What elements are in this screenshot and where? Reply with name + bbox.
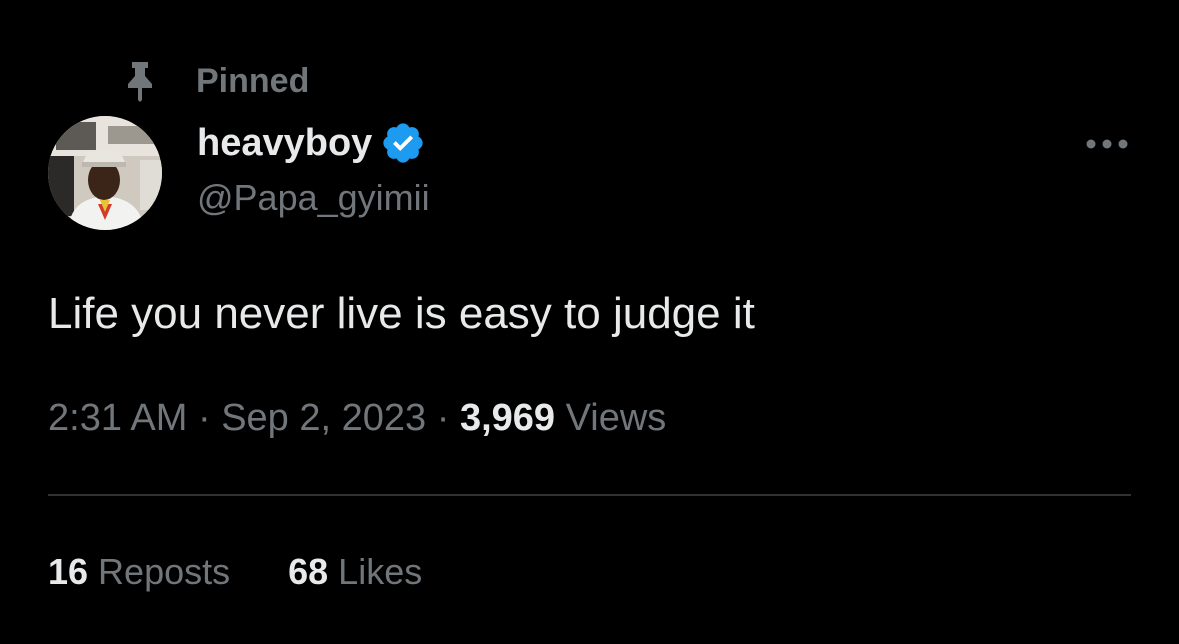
meta-separator: · bbox=[426, 397, 460, 439]
meta-separator: · bbox=[187, 397, 222, 439]
verified-badge-icon bbox=[380, 120, 426, 166]
more-horizontal-icon bbox=[1086, 139, 1128, 149]
author-handle[interactable]: @Papa_gyimii bbox=[197, 177, 430, 219]
display-name[interactable]: heavyboy bbox=[197, 122, 372, 165]
tweet-time[interactable]: 2:31 AM bbox=[48, 397, 187, 439]
avatar[interactable] bbox=[48, 116, 162, 230]
reposts-stat[interactable]: 16 Reposts bbox=[48, 551, 230, 593]
reposts-count: 16 bbox=[48, 551, 89, 592]
engagement-stats: 16 Reposts 68 Likes bbox=[48, 551, 422, 593]
likes-stat[interactable]: 68 Likes bbox=[288, 551, 422, 593]
tweet-text: Life you never live is easy to judge it bbox=[48, 289, 755, 338]
pin-icon bbox=[122, 59, 158, 103]
author-name-row[interactable]: heavyboy bbox=[197, 118, 426, 168]
pinned-label: Pinned bbox=[196, 61, 310, 100]
more-options-button[interactable] bbox=[1082, 126, 1132, 162]
divider bbox=[48, 494, 1131, 496]
likes-count: 68 bbox=[288, 551, 329, 592]
tweet-meta: 2:31 AM · Sep 2, 2023 · 3,969 Views bbox=[48, 397, 666, 440]
views-count: 3,969 bbox=[459, 397, 556, 439]
pinned-indicator: Pinned bbox=[122, 58, 309, 104]
views-label: Views bbox=[565, 397, 667, 439]
tweet-date[interactable]: Sep 2, 2023 bbox=[221, 397, 426, 439]
reposts-label: Reposts bbox=[98, 551, 231, 592]
likes-label: Likes bbox=[338, 551, 423, 592]
